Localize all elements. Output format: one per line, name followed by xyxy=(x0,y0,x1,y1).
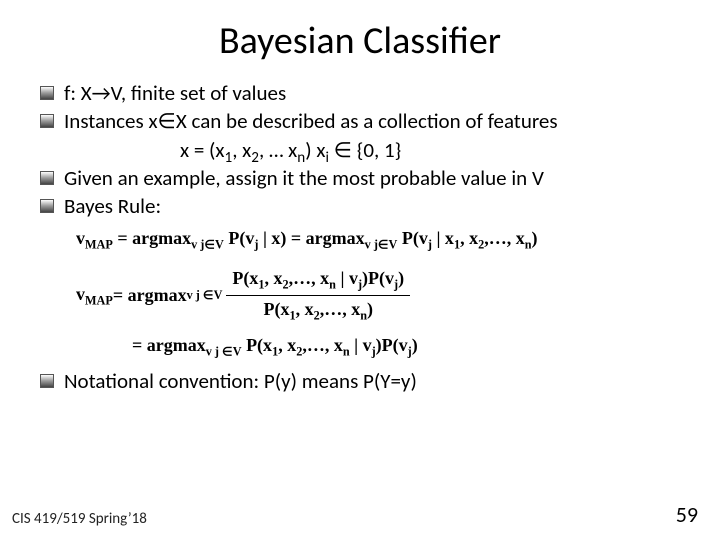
bullet-2-text: Instances x∈X can be described as a coll… xyxy=(64,108,680,134)
slide-title: Bayesian Classifier xyxy=(40,18,680,64)
footer-course: CIS 419/519 Spring’18 xyxy=(12,510,147,528)
square-bullet-icon xyxy=(40,86,54,100)
equation-3: = argmaxv j ∈V P(x1, x2,…, xn | vj)P(vj) xyxy=(132,334,680,360)
bullet-5: Notational convention: P(y) means P(Y=y) xyxy=(40,368,680,394)
equation-block: vMAP = argmaxv j∈V P(vj | x) = argmaxv j… xyxy=(76,227,680,360)
bullet-1: f: X→V, finite set of values xyxy=(40,80,680,106)
square-bullet-icon xyxy=(40,114,54,128)
equation-2: vMAP = argmaxv j ∈V P(x1, x2,…, xn | vj)… xyxy=(76,267,680,324)
square-bullet-icon xyxy=(40,171,54,185)
footer-page-number: 59 xyxy=(676,501,698,528)
square-bullet-icon xyxy=(40,199,54,213)
bullet-1-text: f: X→V, finite set of values xyxy=(64,80,680,106)
slide-body: f: X→V, finite set of values Instances x… xyxy=(40,80,680,394)
bullet-4-text: Bayes Rule: xyxy=(64,193,680,219)
square-bullet-icon xyxy=(40,374,54,388)
bullet-5-text: Notational convention: P(y) means P(Y=y) xyxy=(64,368,680,394)
bullet-3-text: Given an example, assign it the most pro… xyxy=(64,165,680,191)
bullet-2: Instances x∈X can be described as a coll… xyxy=(40,108,680,134)
equation-1: vMAP = argmaxv j∈V P(vj | x) = argmaxv j… xyxy=(76,227,680,253)
bullet-4: Bayes Rule: xyxy=(40,193,680,219)
bullet-3: Given an example, assign it the most pro… xyxy=(40,165,680,191)
bullet-2-line2: x = (x1, x2, … xn) xi ∈ {0, 1} xyxy=(180,137,680,163)
